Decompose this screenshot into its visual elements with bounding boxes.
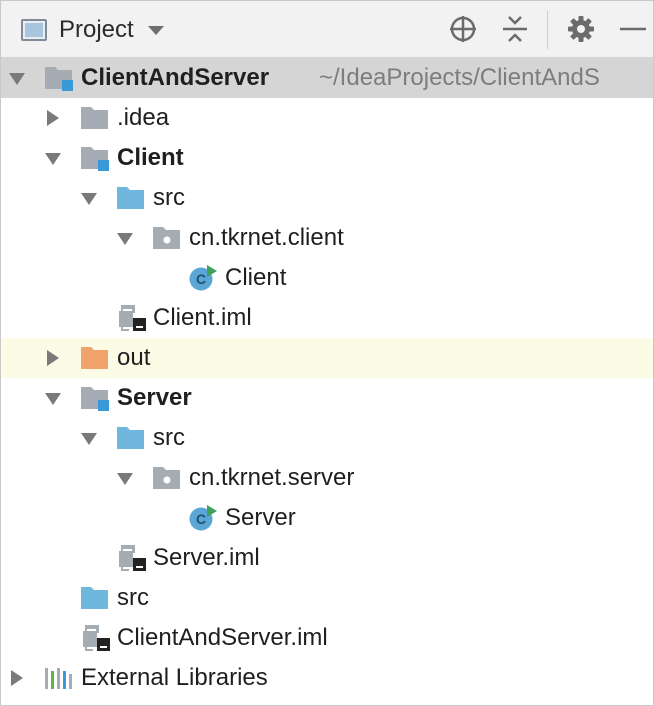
tree-row-server-module[interactable]: Server bbox=[1, 378, 653, 418]
project-tree: ClientAndServer ~/IdeaProjects/ClientAnd… bbox=[1, 58, 653, 705]
tree-label-root: ClientAndServer bbox=[81, 64, 270, 91]
tree-row-root[interactable]: ClientAndServer ~/IdeaProjects/ClientAnd… bbox=[1, 58, 653, 98]
expand-arrow-icon[interactable] bbox=[9, 73, 25, 85]
tree-row-client-module[interactable]: Client bbox=[1, 138, 653, 178]
tree-label-root-src: src bbox=[117, 584, 149, 611]
tree-row-client-class[interactable]: C Client bbox=[1, 258, 653, 298]
tree-label-root-iml: ClientAndServer.iml bbox=[117, 624, 328, 651]
tree-label-server-class: Server bbox=[225, 504, 296, 531]
expand-arrow-icon[interactable] bbox=[47, 350, 59, 366]
project-view-selector[interactable]: Project bbox=[21, 15, 164, 45]
java-class-icon: C bbox=[189, 265, 217, 291]
expand-arrow-icon[interactable] bbox=[81, 193, 97, 205]
source-folder-icon bbox=[81, 587, 108, 609]
gear-icon[interactable] bbox=[565, 13, 597, 45]
locate-icon[interactable] bbox=[447, 13, 479, 45]
iml-file-icon bbox=[119, 545, 146, 571]
tree-row-root-iml[interactable]: ClientAndServer.iml bbox=[1, 618, 653, 658]
package-icon bbox=[153, 227, 180, 249]
source-folder-icon bbox=[117, 187, 144, 209]
tree-row-external-libraries[interactable]: External Libraries bbox=[1, 658, 653, 698]
tree-label-server-iml: Server.iml bbox=[153, 544, 260, 571]
source-folder-icon bbox=[117, 427, 144, 449]
expand-arrow-icon[interactable] bbox=[11, 670, 23, 686]
tree-row-server-src[interactable]: src bbox=[1, 418, 653, 458]
expand-arrow-icon[interactable] bbox=[81, 433, 97, 445]
tree-label-server-package: cn.tkrnet.server bbox=[189, 464, 355, 491]
tree-row-client-package[interactable]: cn.tkrnet.client bbox=[1, 218, 653, 258]
tree-path-root: ~/IdeaProjects/ClientAndS bbox=[319, 64, 600, 91]
tree-row-server-iml[interactable]: Server.iml bbox=[1, 538, 653, 578]
expand-arrow-icon[interactable] bbox=[45, 393, 61, 405]
tree-row-server-class[interactable]: C Server bbox=[1, 498, 653, 538]
iml-file-icon bbox=[119, 305, 146, 331]
tree-row-idea[interactable]: .idea bbox=[1, 98, 653, 138]
hide-icon[interactable] bbox=[615, 13, 647, 45]
tree-label-out: out bbox=[117, 344, 151, 371]
project-view-title: Project bbox=[59, 16, 134, 43]
tree-label-server-src: src bbox=[153, 424, 185, 451]
svg-text:C: C bbox=[196, 271, 206, 287]
excluded-folder-icon bbox=[81, 347, 108, 369]
expand-arrow-icon[interactable] bbox=[47, 110, 59, 126]
tree-row-server-package[interactable]: cn.tkrnet.server bbox=[1, 458, 653, 498]
project-view-icon bbox=[21, 19, 47, 41]
expand-arrow-icon[interactable] bbox=[45, 153, 61, 165]
libraries-icon bbox=[45, 668, 72, 689]
tree-label-idea: .idea bbox=[117, 104, 170, 131]
chevron-down-icon[interactable] bbox=[147, 25, 164, 35]
toolbar-separator bbox=[547, 11, 548, 49]
module-folder-icon bbox=[81, 147, 109, 171]
tree-label-client-class: Client bbox=[225, 264, 287, 291]
tree-label-server-module: Server bbox=[117, 384, 192, 411]
collapse-all-icon[interactable] bbox=[499, 13, 531, 45]
svg-text:C: C bbox=[196, 511, 206, 527]
tree-row-client-src[interactable]: src bbox=[1, 178, 653, 218]
expand-arrow-icon[interactable] bbox=[117, 233, 133, 245]
tree-row-root-src[interactable]: src bbox=[1, 578, 653, 618]
java-class-icon: C bbox=[189, 505, 217, 531]
module-folder-icon bbox=[81, 387, 109, 411]
tree-row-client-iml[interactable]: Client.iml bbox=[1, 298, 653, 338]
tree-label-client-package: cn.tkrnet.client bbox=[189, 224, 344, 251]
tree-row-out[interactable]: out bbox=[1, 338, 653, 378]
tree-label-client-iml: Client.iml bbox=[153, 304, 252, 331]
package-icon bbox=[153, 467, 180, 489]
tree-label-client-module: Client bbox=[117, 144, 184, 171]
project-toolbar: Project bbox=[1, 1, 653, 58]
folder-icon bbox=[81, 107, 108, 129]
tree-label-external-libraries: External Libraries bbox=[81, 664, 268, 691]
tree-label-client-src: src bbox=[153, 184, 185, 211]
iml-file-icon bbox=[83, 625, 110, 651]
expand-arrow-icon[interactable] bbox=[117, 473, 133, 485]
module-folder-icon bbox=[45, 67, 73, 91]
project-tool-window: Project ClientAndServer ~/IdeaProjects/C… bbox=[0, 0, 654, 706]
